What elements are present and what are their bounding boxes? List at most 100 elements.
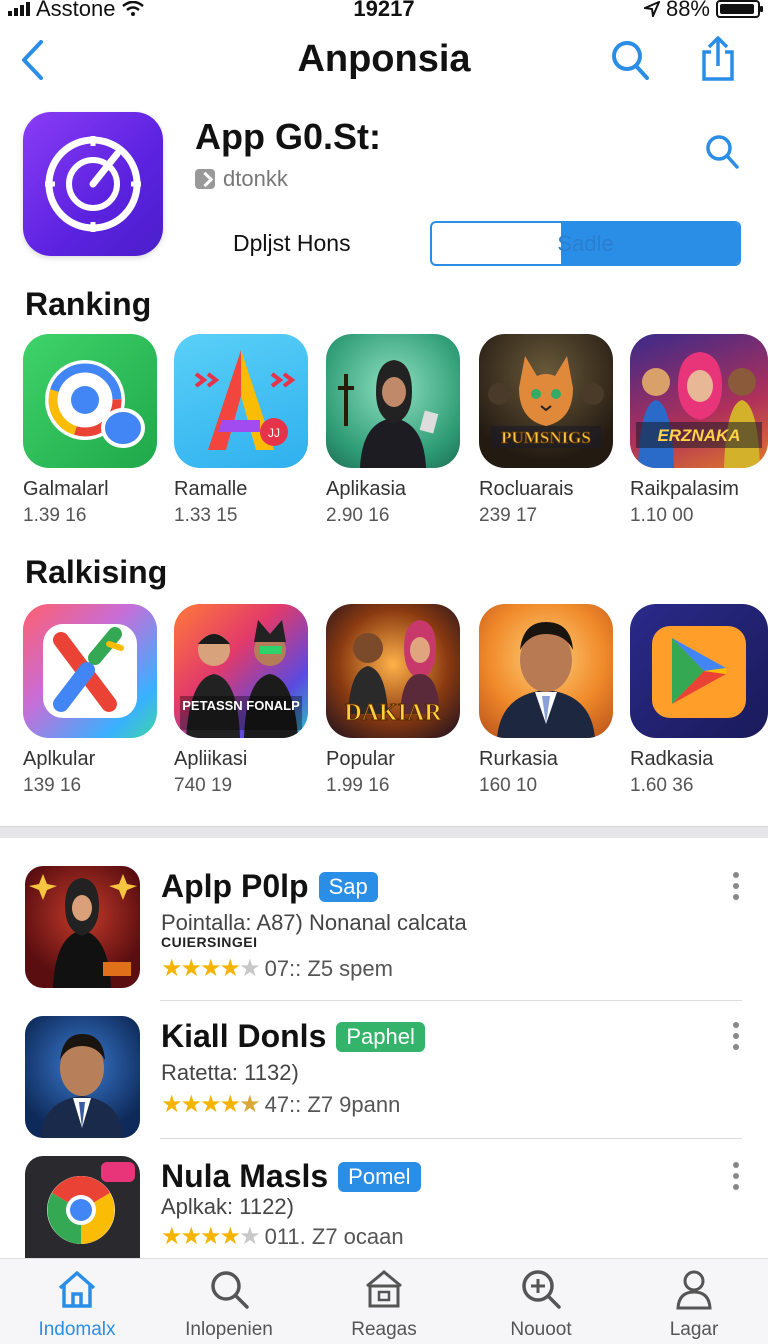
ralkising-app-tile[interactable]: Aplkular 139 16	[23, 604, 163, 797]
list-item-name: Kiall Donls	[161, 1018, 327, 1054]
app-search-button[interactable]	[704, 132, 740, 177]
rating-stars-icon: ★★★★★	[161, 1223, 261, 1250]
movie-poster-image: DAKIAR	[326, 604, 460, 738]
developer-link[interactable]: dtonkk	[195, 166, 288, 192]
battery-percent: 88%	[665, 0, 710, 21]
tab-label: Nouoot	[510, 1319, 572, 1340]
search-icon	[706, 135, 739, 169]
app-meta: 1.10 00	[630, 505, 694, 526]
ranking-row: Galmalarl 1.39 16 JJ Ramalle 1.33 15 Apl…	[0, 334, 768, 527]
share-button[interactable]	[698, 36, 738, 87]
app-meta: 740 19	[174, 775, 233, 796]
rating-text: 47:: Z7 9pann	[264, 1091, 401, 1117]
app-meta: 239 17	[479, 505, 538, 526]
tab-profile[interactable]: Lagar	[619, 1265, 768, 1341]
app-name: Galmalarl	[23, 478, 109, 500]
app-thumbnail	[25, 1156, 140, 1260]
ranking-app-tile[interactable]: PUMSNIGS Rocluarais 239 17	[479, 334, 619, 527]
location-arrow-icon	[643, 1, 660, 17]
more-options-button[interactable]	[733, 1022, 739, 1050]
app-icon	[23, 112, 163, 256]
app-meta: 2.90 16	[326, 505, 390, 526]
section-title-ralkising: Ralkising	[25, 554, 168, 590]
app-meta: 160 10	[479, 775, 538, 796]
list-item[interactable]: Kiall Donls Paphel Ratetta: 1132) ★★★★★ …	[0, 1014, 768, 1152]
man-portrait-image	[479, 604, 613, 738]
status-badge: Pomel	[338, 1161, 421, 1192]
gauge-target-icon	[45, 136, 141, 232]
tab-bar: Indomalx Inlopenien Reagas Nouoot Lagar	[0, 1258, 768, 1344]
tab-home[interactable]: Indomalx	[2, 1265, 152, 1341]
app-meta: 1.39 16	[23, 505, 87, 526]
app-name: Aplkular	[23, 748, 96, 770]
app-meta: 1.60 36	[630, 775, 694, 796]
app-thumbnail	[25, 1016, 140, 1138]
group-poster-image: ERZNAKA	[630, 334, 768, 468]
app-name: Raikpalasim	[630, 478, 739, 500]
zoom-plus-icon	[466, 1265, 616, 1313]
svg-text:JJ: JJ	[268, 426, 280, 440]
tab-label: Lagar	[669, 1319, 719, 1340]
list-item[interactable]: Aplp P0lp Sap Pointalla: A87) Nonanal ca…	[0, 864, 768, 1002]
app-name: Ramalle	[174, 478, 248, 500]
poster-title: DAKIAR	[344, 700, 442, 726]
app-list: Aplp P0lp Sap Pointalla: A87) Nonanal ca…	[0, 838, 768, 1260]
app-name: App G0.St:	[195, 116, 381, 157]
page-title: Anponsia	[297, 38, 471, 80]
get-button-label: Sadle	[557, 231, 614, 256]
search-icon	[612, 41, 649, 80]
rating-text: 011. Z7 ocaan	[264, 1223, 404, 1249]
ranking-app-tile[interactable]: Aplikasia 2.90 16	[326, 334, 466, 527]
store-icon	[309, 1265, 459, 1313]
rating: ★★★★★ 07:: Z5 spem	[161, 954, 393, 983]
list-item-title: Nula Masls Pomel	[161, 1158, 421, 1195]
ralkising-app-tile[interactable]: Rurkasia 160 10	[479, 604, 619, 797]
app-name: Rocluarais	[479, 478, 574, 500]
list-item-title: Kiall Donls Paphel	[161, 1018, 425, 1055]
app-name: Apliikasi	[174, 748, 248, 770]
section-divider	[0, 826, 768, 838]
list-item-subtitle: Aplkak: 1122)	[161, 1194, 294, 1219]
poster-men-image: PETASSN FONALP	[174, 604, 308, 738]
search-button[interactable]	[610, 38, 650, 87]
app-meta: 139 16	[23, 775, 82, 796]
app-thumbnail	[25, 866, 140, 988]
ralkising-app-tile[interactable]: DAKIAR Popular 1.99 16	[326, 604, 466, 797]
get-button[interactable]: Sadle	[430, 221, 741, 266]
ralkising-app-tile[interactable]: Radkasia 1.60 36	[630, 604, 768, 797]
battery-status: 88%	[643, 0, 763, 22]
tab-store[interactable]: Reagas	[309, 1265, 459, 1341]
list-item-name: Aplp P0lp	[161, 868, 309, 904]
app-subtitle: Dpljst Hons	[233, 230, 351, 256]
list-item[interactable]: Nula Masls Pomel Aplkak: 1122) ★★★★★ 011…	[0, 1154, 768, 1260]
tab-zoom[interactable]: Nouoot	[466, 1265, 616, 1341]
list-separator	[160, 1138, 742, 1139]
list-separator	[160, 1000, 742, 1001]
poster-title: ERZNAKA	[657, 426, 740, 445]
tab-label: Inlopenien	[185, 1319, 273, 1340]
chat-bubble-icon	[23, 334, 157, 468]
more-options-button[interactable]	[733, 1162, 739, 1190]
section-title-ranking: Ranking	[25, 286, 152, 322]
poster-title: PUMSNIGS	[501, 428, 591, 447]
status-badge: Sap	[318, 871, 378, 902]
tab-search[interactable]: Inlopenien	[154, 1265, 304, 1341]
ranking-app-tile[interactable]: JJ Ramalle 1.33 15	[174, 334, 314, 527]
developer-name: dtonkk	[223, 166, 288, 191]
ralkising-app-tile[interactable]: PETASSN FONALP Apliikasi 740 19	[174, 604, 314, 797]
more-options-button[interactable]	[733, 872, 739, 900]
cat-game-image: PUMSNIGS	[479, 334, 613, 468]
rating: ★★★★★ 47:: Z7 9pann	[161, 1090, 400, 1119]
ranking-app-tile[interactable]: Galmalarl 1.39 16	[23, 334, 163, 527]
share-icon	[702, 36, 734, 81]
list-item-name: Nula Masls	[161, 1158, 329, 1194]
app-name: Popular	[326, 748, 395, 770]
letter-a-icon: JJ	[174, 334, 308, 468]
app-name: Radkasia	[630, 748, 714, 770]
rating-stars-icon: ★★★★★	[161, 1091, 261, 1118]
tab-label: Indomalx	[38, 1319, 116, 1340]
app-name: Rurkasia	[479, 748, 558, 770]
ranking-app-tile[interactable]: ERZNAKA Raikpalasim 1.10 00	[630, 334, 768, 527]
person-hijab-image	[326, 334, 460, 468]
home-icon	[2, 1265, 152, 1313]
